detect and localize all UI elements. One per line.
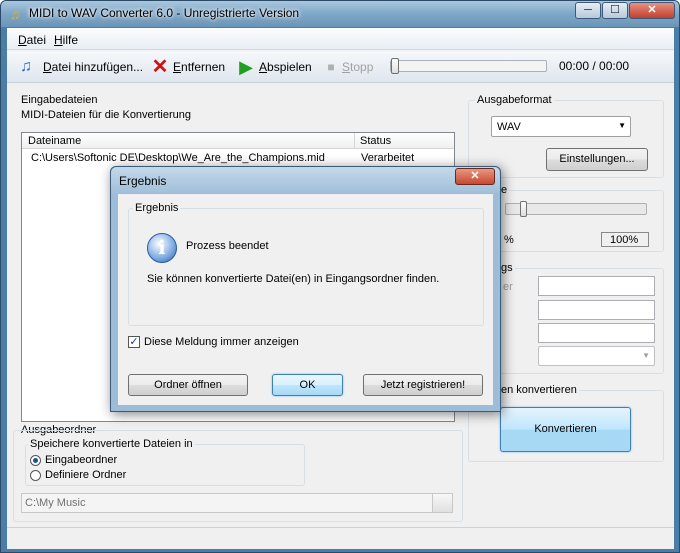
- ok-button[interactable]: OK: [272, 374, 343, 396]
- stop-label: Stopp: [342, 60, 374, 74]
- add-file-icon: ♫: [20, 58, 32, 75]
- convert-title: en konvertieren: [499, 384, 579, 396]
- dialog-title: Ergebnis: [119, 174, 167, 188]
- tag-field-1[interactable]: [538, 276, 655, 296]
- output-path-field[interactable]: C:\My Music: [21, 493, 453, 513]
- title-bar[interactable]: ♫ MIDI to WAV Converter 6.0 - Unregistri…: [1, 1, 679, 27]
- green-play-icon: ▶: [239, 57, 253, 77]
- radio-define-folder[interactable]: [30, 470, 41, 481]
- seek-thumb[interactable]: [391, 58, 399, 74]
- format-select[interactable]: WAV ▼: [491, 116, 631, 137]
- dialog-title-bar[interactable]: Ergebnis ✕: [111, 167, 500, 193]
- chevron-down-icon: ▼: [618, 121, 626, 130]
- volume-value: 100%: [601, 232, 649, 247]
- tags-label: er: [503, 281, 513, 293]
- remove-label: Entfernen: [173, 60, 226, 74]
- dialog-client: Ergebnis i Prozess beendet Sie können ko…: [118, 194, 493, 405]
- browse-button[interactable]: [432, 494, 452, 512]
- time-display: 00:00 / 00:00: [559, 59, 630, 73]
- save-in-title: Speichere konvertierte Dateien in: [28, 438, 195, 450]
- window-title: MIDI to WAV Converter 6.0 - Unregistrier…: [29, 6, 300, 20]
- menu-datei[interactable]: Datei: [18, 33, 46, 47]
- remove-button[interactable]: ✕ Entfernen: [149, 56, 229, 78]
- radio-define-folder-label: Definiere Ordner: [45, 469, 127, 481]
- format-selected: WAV: [497, 121, 521, 133]
- tags-title: gs: [499, 262, 515, 274]
- tag-genre-select[interactable]: ▼: [538, 346, 655, 366]
- always-show-checkbox[interactable]: ✓: [128, 336, 140, 348]
- settings-button[interactable]: Einstellungen...: [546, 148, 648, 171]
- minimize-button[interactable]: ─: [575, 2, 601, 19]
- output-path-value: C:\My Music: [25, 497, 86, 509]
- music-note-icon: ♫: [9, 6, 21, 22]
- row-status: Verarbeitet: [361, 152, 415, 164]
- open-folder-button[interactable]: Ordner öffnen: [128, 374, 248, 396]
- dialog-close-button[interactable]: ✕: [455, 168, 495, 185]
- output-format-title: Ausgabeformat: [475, 94, 554, 106]
- file-list-header: Dateiname Status: [22, 133, 454, 149]
- column-status[interactable]: Status: [360, 135, 391, 147]
- volume-thumb[interactable]: [520, 201, 527, 217]
- add-file-button[interactable]: ♫ Datei hinzufügen...: [15, 56, 145, 78]
- convert-button[interactable]: Konvertieren: [500, 407, 631, 452]
- volume-percent-left: %: [504, 234, 514, 246]
- register-button[interactable]: Jetzt registrieren!: [363, 374, 483, 396]
- maximize-button[interactable]: ☐: [602, 2, 628, 19]
- result-group: Ergebnis i Prozess beendet Sie können ko…: [128, 202, 484, 326]
- gray-stop-icon: ■: [327, 60, 335, 74]
- always-show-label: Diese Meldung immer anzeigen: [144, 336, 299, 348]
- radio-input-folder-label: Eingabeordner: [45, 454, 118, 466]
- menu-bar: Datei Hilfe: [7, 28, 674, 50]
- close-button[interactable]: ✕: [629, 2, 675, 19]
- info-icon: i: [147, 233, 177, 263]
- result-dialog: Ergebnis ✕ Ergebnis i Prozess beendet Si…: [110, 166, 501, 412]
- seek-slider[interactable]: [390, 58, 547, 74]
- volume-slider[interactable]: [505, 201, 647, 217]
- result-message: Sie können konvertierte Datei(en) in Ein…: [147, 273, 440, 285]
- column-filename[interactable]: Dateiname: [28, 135, 81, 147]
- row-filename: C:\Users\Softonic DE\Desktop\We_Are_the_…: [31, 152, 325, 164]
- add-file-label: Datei hinzufügen...: [43, 60, 144, 74]
- column-divider: [354, 133, 355, 149]
- result-heading: Prozess beendet: [186, 240, 269, 252]
- chevron-down-icon: ▼: [642, 351, 650, 360]
- play-label: Abspielen: [259, 60, 312, 74]
- radio-input-folder[interactable]: [30, 455, 41, 466]
- table-row[interactable]: C:\Users\Softonic DE\Desktop\We_Are_the_…: [22, 151, 454, 167]
- red-x-icon: ✕: [151, 56, 169, 78]
- status-bar: [7, 527, 674, 549]
- stop-button[interactable]: ■ Stopp: [320, 56, 380, 78]
- tag-field-2[interactable]: [538, 300, 655, 320]
- tag-field-3[interactable]: [538, 323, 655, 343]
- menu-hilfe[interactable]: Hilfe: [54, 33, 78, 47]
- play-button[interactable]: ▶ Abspielen: [235, 56, 315, 78]
- toolbar: ♫ Datei hinzufügen... ✕ Entfernen ▶ Absp…: [7, 51, 674, 83]
- result-group-title: Ergebnis: [133, 202, 181, 214]
